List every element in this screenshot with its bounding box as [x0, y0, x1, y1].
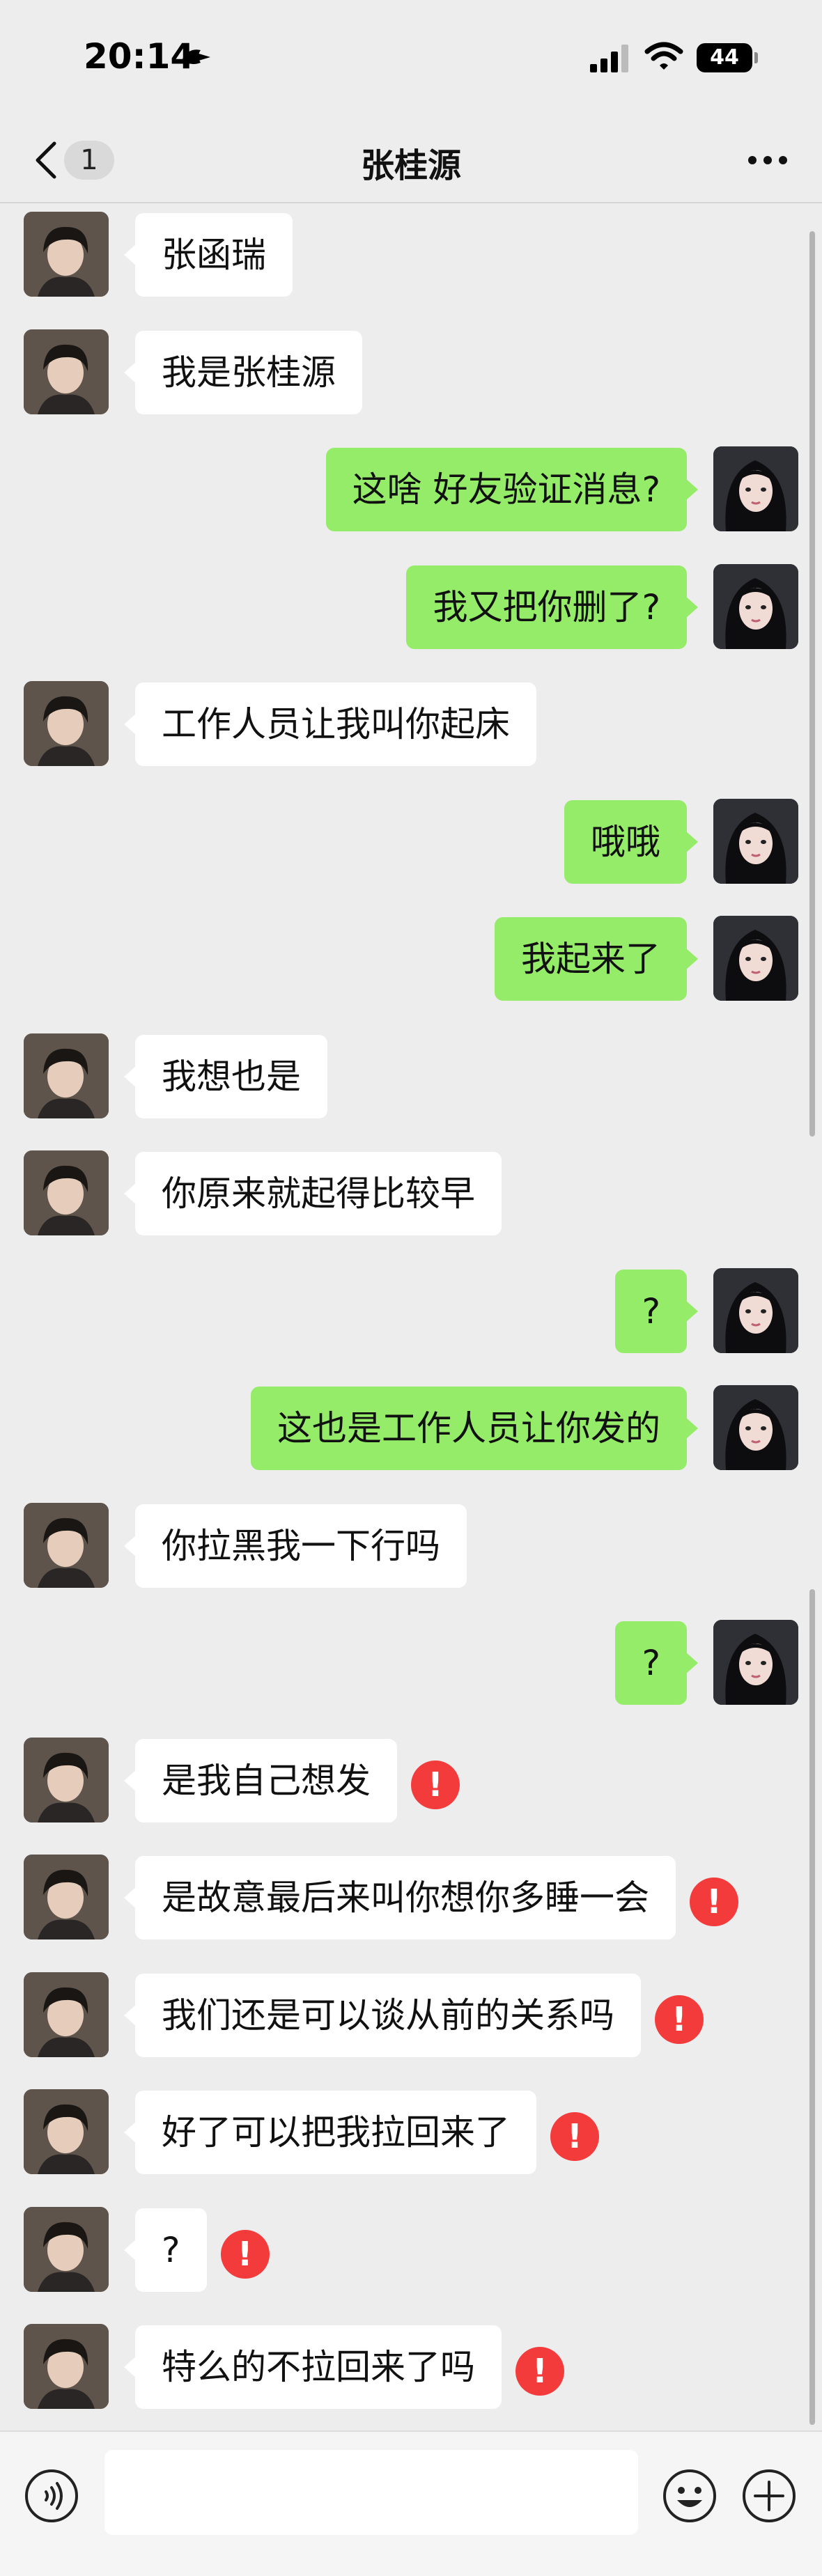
send-failed-icon[interactable]: ! [220, 2229, 270, 2279]
message-row: 我起来了 [0, 916, 822, 1006]
my-avatar[interactable] [713, 798, 798, 884]
my-avatar[interactable] [713, 563, 798, 649]
contact-avatar[interactable] [24, 1033, 109, 1118]
message-row: ?! [0, 2206, 822, 2297]
contact-avatar[interactable] [24, 1972, 109, 2057]
message-row: 我想也是 [0, 1033, 822, 1124]
chat-header: 1 张桂源 [0, 118, 822, 203]
message-row: 你拉黑我一下行吗 [0, 1502, 822, 1593]
chat-title: 张桂源 [360, 146, 461, 185]
received-message-bubble[interactable]: 是我自己想发 [124, 1738, 397, 1822]
focus-mode-icon [183, 49, 210, 64]
status-time: 20:14 [84, 36, 195, 77]
message-row: 工作人员让我叫你起床 [0, 681, 822, 772]
my-avatar[interactable] [713, 916, 798, 1001]
message-row: ? [0, 1620, 822, 1710]
status-bar: 20:14 44 [0, 0, 822, 118]
my-avatar[interactable] [713, 1620, 798, 1705]
sent-message-bubble[interactable]: 我起来了 [495, 917, 698, 1001]
contact-avatar[interactable] [24, 2206, 109, 2292]
more-functions-plus-icon[interactable] [741, 2468, 797, 2524]
contact-avatar[interactable] [24, 2089, 109, 2174]
message-row: 哦哦 [0, 798, 822, 889]
battery-icon: 44 [697, 43, 758, 72]
message-row: 张函瑞 [0, 212, 822, 302]
sent-message-bubble[interactable]: 这啥 好友验证消息? [325, 448, 699, 531]
wifi-icon [644, 42, 683, 70]
send-failed-icon[interactable]: ! [411, 1760, 460, 1809]
contact-avatar[interactable] [24, 329, 109, 414]
sent-message-bubble[interactable]: ? [615, 1269, 698, 1353]
message-row: 我又把你删了? [0, 563, 822, 655]
received-message-bubble[interactable]: 你原来就起得比较早 [124, 1152, 502, 1235]
message-row: ? [0, 1267, 822, 1359]
received-message-bubble[interactable]: 工作人员让我叫你起床 [124, 682, 536, 766]
received-message-bubble[interactable]: 好了可以把我拉回来了 [124, 2091, 536, 2174]
message-row: 我们还是可以谈从前的关系吗! [0, 1972, 822, 2063]
send-failed-icon[interactable]: ! [690, 1878, 738, 1926]
contact-avatar[interactable] [24, 1855, 109, 1939]
received-message-bubble[interactable]: 我想也是 [124, 1034, 327, 1118]
my-avatar[interactable] [713, 446, 798, 531]
received-message-bubble[interactable]: 特么的不拉回来了吗 [124, 2325, 502, 2409]
message-list[interactable]: 张函瑞我是张桂源这啥 好友验证消息? 我又把你删了? 工作人员让我叫你起床 哦哦我起来… [0, 203, 822, 2430]
contact-avatar[interactable] [24, 1150, 109, 1235]
more-options-icon[interactable] [747, 155, 789, 166]
contact-avatar[interactable] [24, 681, 109, 766]
contact-avatar[interactable] [24, 212, 109, 297]
message-row: 我是张桂源 [0, 329, 822, 420]
my-avatar[interactable] [713, 1267, 798, 1353]
contact-avatar[interactable] [24, 2324, 109, 2409]
message-row: 这也是工作人员让你发的 [0, 1385, 822, 1476]
received-message-bubble[interactable]: 张函瑞 [124, 213, 293, 297]
received-message-bubble[interactable]: 你拉黑我一下行吗 [124, 1504, 467, 1588]
my-avatar[interactable] [713, 1385, 798, 1470]
sent-message-bubble[interactable]: 我又把你删了? [406, 565, 698, 649]
sent-message-bubble[interactable]: ? [615, 1621, 698, 1705]
input-bar [0, 2430, 822, 2576]
send-failed-icon[interactable]: ! [550, 2112, 599, 2161]
sent-message-bubble[interactable]: 哦哦 [564, 799, 698, 884]
message-row: 你原来就起得比较早 [0, 1150, 822, 1241]
message-row: 是我自己想发! [0, 1737, 822, 1828]
cellular-signal-icon [590, 45, 628, 72]
received-message-bubble[interactable]: 我是张桂源 [124, 330, 362, 414]
send-failed-icon[interactable]: ! [515, 2347, 564, 2396]
message-row: 特么的不拉回来了吗! [0, 2324, 822, 2414]
contact-avatar[interactable] [24, 1502, 109, 1588]
received-message-bubble[interactable]: ? [124, 2208, 207, 2292]
message-row: 这啥 好友验证消息? [0, 446, 822, 537]
sent-message-bubble[interactable]: 这也是工作人员让你发的 [251, 1387, 698, 1470]
send-failed-icon[interactable]: ! [655, 1995, 704, 2044]
voice-input-icon[interactable] [24, 2468, 79, 2524]
received-message-bubble[interactable]: 是故意最后来叫你想你多睡一会 [124, 1856, 676, 1939]
contact-avatar[interactable] [24, 1737, 109, 1822]
received-message-bubble[interactable]: 我们还是可以谈从前的关系吗 [124, 1973, 641, 2057]
message-row: 好了可以把我拉回来了! [0, 2089, 822, 2180]
message-input[interactable] [104, 2450, 638, 2535]
message-row: 是故意最后来叫你想你多睡一会! [0, 1855, 822, 1945]
emoji-icon[interactable] [662, 2468, 718, 2524]
